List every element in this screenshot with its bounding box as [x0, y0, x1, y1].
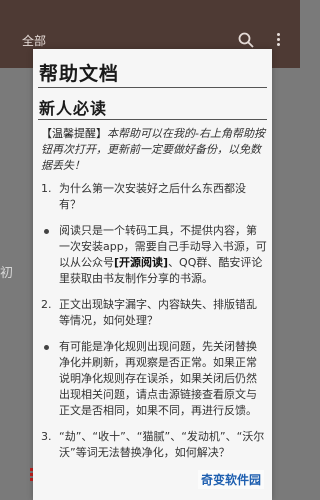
site-watermark: 奇变软件园 [198, 470, 265, 489]
item-text: 有可能是净化规则出现问题，先关闭替换净化并刷新，再观察是否正常。如果正常说明净化… [59, 340, 257, 417]
more-options-icon[interactable] [275, 31, 281, 49]
notice-paragraph: 【温馨提醒】本帮助可以在我的-右上角帮助按钮再次打开，更新前一定要做好备份，以免… [41, 126, 265, 174]
title-divider [38, 87, 267, 88]
section-divider [38, 119, 267, 120]
bullet-icon [44, 229, 49, 234]
notice-tag: 【温馨提醒】 [41, 127, 107, 140]
section-title: 新人必读 [39, 99, 108, 118]
dialog-title: 帮助文档 [39, 63, 120, 85]
list-item: 3. “劫”、“收十”、“猫腻”、“发动机”、“沃尔沃”等词无法替换净化，如何解… [41, 429, 267, 461]
list-item: 2. 正文出现缺字漏字、内容缺失、排版错乱等情况，如何处理？ [41, 297, 267, 329]
background-text: 初 [0, 266, 14, 281]
bullet-icon [44, 345, 49, 350]
list-item: 有可能是净化规则出现问题，先关闭替换净化并刷新，再观察是否正常。如果正常说明净化… [41, 339, 267, 419]
item-number: 1. [41, 182, 52, 195]
item-number: 3. [41, 430, 52, 443]
list-item: 1. 为什么第一次安装好之后什么东西都没有？ [41, 181, 267, 213]
item-text: 正文出现缺字漏字、内容缺失、排版错乱等情况，如何处理？ [59, 298, 257, 327]
item-number: 2. [41, 298, 52, 311]
list-item: 阅读只是一个转码工具，不提供内容，第一次安装app，需要自己手动导入书源，可以从… [41, 223, 267, 287]
item-text: 为什么第一次安装好之后什么东西都没有？ [59, 182, 246, 211]
item-bold-text: [开源阅读] [114, 256, 169, 269]
tab-all[interactable]: 全部 [22, 32, 46, 49]
help-list[interactable]: 1. 为什么第一次安装好之后什么东西都没有？ 阅读只是一个转码工具，不提供内容，… [41, 181, 267, 471]
search-icon[interactable] [238, 32, 254, 48]
help-dialog: 帮助文档 新人必读 【温馨提醒】本帮助可以在我的-右上角帮助按钮再次打开，更新前… [33, 49, 272, 500]
item-text: “劫”、“收十”、“猫腻”、“发动机”、“沃尔沃”等词无法替换净化，如何解决？ [59, 430, 265, 459]
